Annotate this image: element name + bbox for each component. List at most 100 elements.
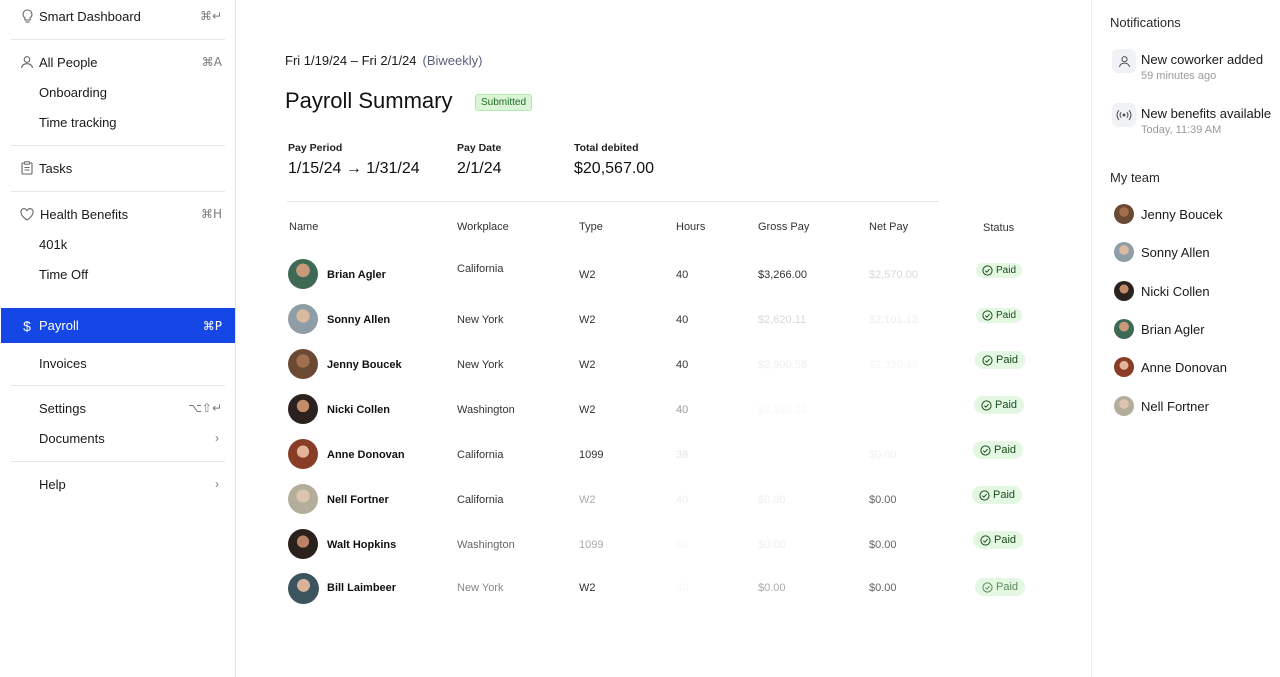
type: W2 bbox=[579, 314, 596, 326]
date-range: Fri 1/19/24 – Fri 2/1/24 (Biweekly) bbox=[285, 53, 482, 68]
sidebar-item-payroll[interactable]: $ Payroll ⌘P bbox=[1, 308, 235, 343]
avatar bbox=[1114, 242, 1134, 262]
type: W2 bbox=[579, 494, 596, 506]
sidebar-item-label: Documents bbox=[39, 430, 105, 446]
sidebar-item-all-people[interactable]: All People ⌘A bbox=[1, 47, 235, 77]
employee-name: Walt Hopkins bbox=[327, 539, 397, 551]
notification-title: New benefits available bbox=[1141, 106, 1272, 121]
workplace: New York bbox=[457, 582, 504, 594]
table-row[interactable]: Nicki Collen Washington W2 40 $3,210.23 … bbox=[236, 394, 1091, 439]
net-pay: $2,570.00 bbox=[869, 269, 918, 281]
table-row[interactable]: Brian Agler California W2 40 $3,266.00 $… bbox=[236, 259, 1091, 304]
hours: 40 bbox=[676, 404, 689, 416]
table-row[interactable]: Sonny Allen New York W2 40 $2,620.11 $2,… bbox=[236, 304, 1091, 349]
workplace: Washington bbox=[457, 404, 515, 416]
notification-time: Today, 11:39 AM bbox=[1141, 124, 1222, 136]
divider bbox=[11, 461, 225, 462]
sidebar-item-401k[interactable]: 401k bbox=[1, 229, 235, 259]
avatar bbox=[288, 573, 319, 604]
column-header-net-pay[interactable]: Net Pay bbox=[869, 221, 908, 233]
clipboard-icon bbox=[19, 160, 35, 176]
workplace: California bbox=[457, 494, 504, 506]
payroll-summary-panel: Fri 1/19/24 – Fri 2/1/24 (Biweekly) Payro… bbox=[236, 0, 1091, 677]
column-header-type[interactable]: Type bbox=[579, 221, 603, 233]
lightbulb-icon bbox=[19, 8, 35, 24]
column-header-gross-pay[interactable]: Gross Pay bbox=[758, 221, 809, 233]
team-member-name: Brian Agler bbox=[1141, 322, 1205, 337]
employee-name: Nell Fortner bbox=[327, 494, 389, 506]
total-debited-label: Total debited bbox=[574, 142, 639, 154]
avatar bbox=[288, 349, 318, 379]
team-member-name: Anne Donovan bbox=[1141, 360, 1228, 375]
avatar bbox=[288, 439, 318, 469]
type: 1099 bbox=[579, 539, 604, 551]
divider bbox=[11, 145, 225, 146]
status-text: Paid bbox=[996, 581, 1019, 593]
shortcut-hint: ⌥⇧↵ bbox=[188, 401, 222, 415]
column-header-hours[interactable]: Hours bbox=[676, 221, 705, 233]
type: W2 bbox=[579, 359, 596, 371]
net-pay: $0.00 bbox=[869, 494, 897, 506]
sidebar-item-help[interactable]: Help › bbox=[1, 469, 235, 499]
broadcast-icon bbox=[1112, 103, 1136, 127]
check-circle-icon bbox=[982, 265, 993, 276]
sidebar-item-smart-dashboard[interactable]: Smart Dashboard ⌘↵ bbox=[1, 1, 235, 31]
sidebar-item-health-benefits[interactable]: Health Benefits ⌘H bbox=[1, 199, 235, 229]
check-circle-icon bbox=[980, 534, 991, 546]
status-badge: Paid bbox=[975, 578, 1026, 596]
table-row[interactable]: Walt Hopkins Washington 1099 40 $0.00 $0… bbox=[236, 529, 1091, 574]
avatar bbox=[288, 259, 318, 289]
sidebar-item-label: Help bbox=[39, 476, 66, 492]
workplace: New York bbox=[457, 359, 504, 371]
avatar bbox=[1114, 319, 1134, 339]
pay-date-label: Pay Date bbox=[457, 142, 502, 154]
table-row[interactable]: Nell Fortner California W2 40 $0.00 $0.0… bbox=[236, 484, 1091, 529]
pay-period: Pay Period 1/15/24 → 1/31/24 bbox=[288, 142, 420, 178]
type: W2 bbox=[579, 269, 596, 281]
gross-pay: $3,266.00 bbox=[758, 269, 807, 281]
team-member-name: Nell Fortner bbox=[1141, 399, 1209, 414]
sidebar-item-label: Time tracking bbox=[39, 114, 117, 130]
sidebar-item-settings[interactable]: Settings ⌥⇧↵ bbox=[1, 393, 235, 423]
hours: 40 bbox=[676, 359, 689, 371]
team-member-name: Nicki Collen bbox=[1141, 284, 1210, 299]
column-header-name[interactable]: Name bbox=[289, 221, 318, 233]
status-badge: Paid bbox=[973, 441, 1024, 459]
sidebar-item-onboarding[interactable]: Onboarding bbox=[1, 77, 235, 107]
table-row[interactable]: Jenny Boucek New York W2 40 $2,900.58 $2… bbox=[236, 349, 1091, 394]
sidebar: Smart Dashboard ⌘↵ All People ⌘A Onboard… bbox=[0, 0, 236, 677]
gross-pay: $2,620.11 bbox=[758, 314, 807, 326]
workplace: California bbox=[457, 263, 504, 275]
employee-name: Nicki Collen bbox=[327, 404, 390, 416]
column-header-status[interactable]: Status bbox=[983, 222, 1014, 234]
avatar bbox=[288, 394, 318, 424]
status-badge: Paid bbox=[975, 351, 1026, 369]
employee-name: Brian Agler bbox=[327, 269, 386, 281]
sidebar-item-invoices[interactable]: Invoices bbox=[1, 348, 235, 378]
sidebar-item-label: Payroll bbox=[39, 318, 79, 333]
shortcut-hint: ⌘↵ bbox=[199, 9, 222, 23]
sidebar-item-tasks[interactable]: Tasks bbox=[1, 153, 235, 183]
right-panel: Notifications New coworker added 59 minu… bbox=[1091, 0, 1280, 677]
type: W2 bbox=[579, 582, 596, 594]
table-row[interactable]: Bill Laimbeer New York W2 40 $0.00 $0.00… bbox=[236, 572, 1091, 617]
sidebar-item-time-off[interactable]: Time Off bbox=[1, 259, 235, 289]
column-header-workplace[interactable]: Workplace bbox=[457, 221, 509, 233]
divider bbox=[11, 39, 225, 40]
avatar bbox=[288, 484, 318, 514]
gross-pay: $0.00 bbox=[758, 494, 786, 506]
page-title: Payroll Summary bbox=[285, 88, 453, 113]
net-pay: $2,101.12 bbox=[869, 314, 918, 326]
total-debited-value: $20,567.00 bbox=[574, 160, 655, 177]
sidebar-item-label: Smart Dashboard bbox=[39, 8, 141, 24]
check-circle-icon bbox=[982, 354, 993, 366]
sidebar-item-label: Health Benefits bbox=[40, 206, 129, 222]
sidebar-item-documents[interactable]: Documents › bbox=[1, 423, 235, 453]
sidebar-item-time-tracking[interactable]: Time tracking bbox=[1, 107, 235, 137]
table-row[interactable]: Anne Donovan California 1099 38 $0.00 Pa… bbox=[236, 439, 1091, 484]
person-icon bbox=[1112, 49, 1136, 73]
employee-name: Bill Laimbeer bbox=[327, 582, 397, 594]
gross-pay: $3,210.23 bbox=[758, 404, 807, 416]
status-text: Paid bbox=[995, 399, 1018, 411]
workplace: New York bbox=[457, 314, 504, 326]
